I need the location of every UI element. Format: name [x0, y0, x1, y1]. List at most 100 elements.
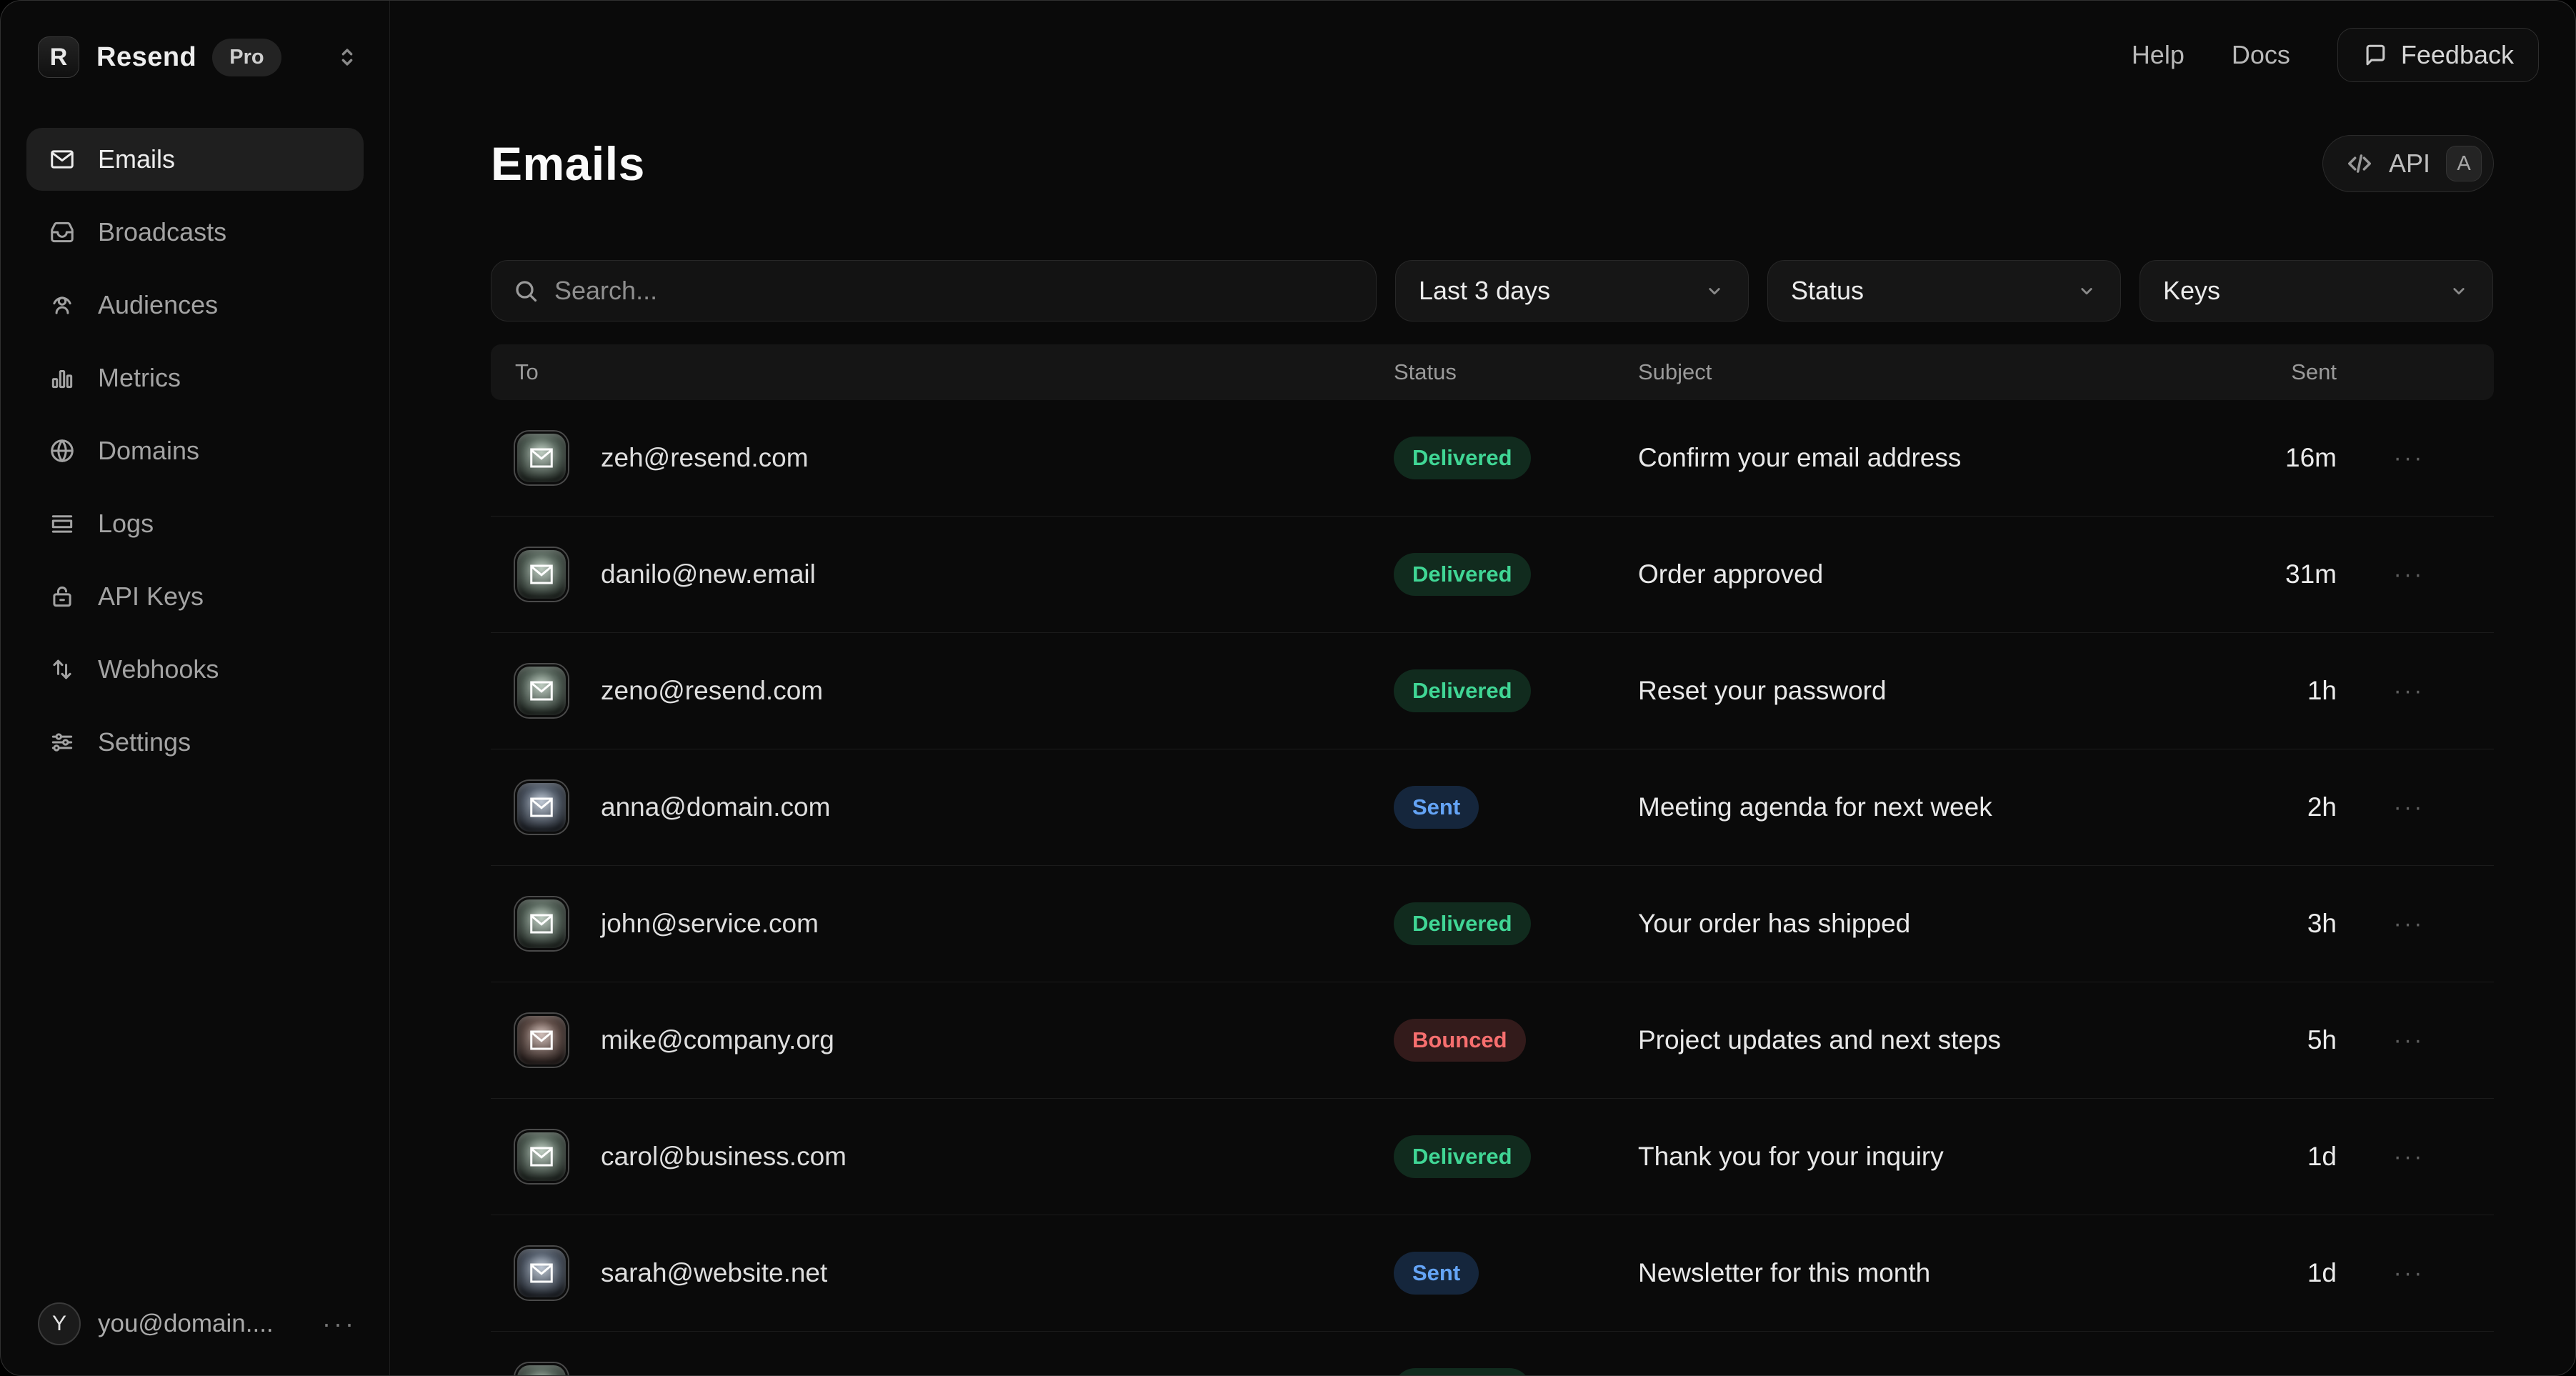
sidebar-item-api-keys[interactable]: API Keys [26, 565, 364, 628]
sidebar-nav: Emails Broadcasts Audiences Metrics Domains L… [26, 128, 364, 784]
row-subject: Order approved [1638, 559, 2284, 589]
chevron-down-icon [2076, 280, 2097, 301]
row-to: danilo@new.email [601, 559, 1394, 589]
plan-badge: Pro [212, 39, 281, 76]
table-row[interactable]: carol@business.comDelivered Thank you for… [491, 1099, 2494, 1215]
emails-table: To Status Subject Sent zeh@resend.comDel… [491, 344, 2494, 1376]
page-title: Emails [491, 136, 645, 191]
status-badge: Delivered [1394, 553, 1531, 596]
sidebar-item-label: Audiences [98, 290, 218, 320]
status-badge: Bounced [1394, 1019, 1526, 1062]
domains-icon [48, 437, 76, 465]
filters-row: Last 3 days Status Keys [491, 260, 2494, 321]
sidebar-item-label: Settings [98, 727, 191, 757]
api-keys-icon [48, 582, 76, 611]
table-header: To Status Subject Sent [491, 344, 2494, 400]
email-keycap-icon [515, 1130, 568, 1183]
metrics-icon [48, 364, 76, 392]
status-badge: Delivered [1394, 437, 1531, 479]
table-row[interactable]: danilo@new.emailDelivered Order approved3… [491, 517, 2494, 633]
broadcasts-icon [48, 218, 76, 246]
column-header-sent: Sent [2291, 359, 2348, 385]
sidebar-item-logs[interactable]: Logs [26, 492, 364, 555]
row-sent: 3h [2284, 909, 2348, 939]
chevron-up-down-icon[interactable] [335, 45, 359, 69]
email-keycap-icon [515, 1363, 568, 1376]
filter-label: Keys [2163, 276, 2220, 306]
sidebar-item-metrics[interactable]: Metrics [26, 347, 364, 409]
filter-dropdown-keys[interactable]: Keys [2140, 260, 2493, 321]
status-badge: Delivered [1394, 1135, 1531, 1178]
filter-dropdown-status[interactable]: Status [1767, 260, 2121, 321]
row-sent: 31m [2284, 559, 2348, 589]
table-row[interactable]: Delivered··· [491, 1332, 2494, 1376]
api-button[interactable]: API A [2322, 135, 2494, 192]
status-badge: Delivered [1394, 1368, 1531, 1376]
column-header-status: Status [1394, 359, 1638, 385]
row-actions-ellipsis-icon[interactable]: ··· [2348, 561, 2470, 589]
user-account-row[interactable]: Y you@domain.... ··· [26, 1302, 364, 1350]
row-actions-ellipsis-icon[interactable]: ··· [2348, 1143, 2470, 1171]
sidebar-item-domains[interactable]: Domains [26, 419, 364, 482]
brand-name: Resend [96, 42, 196, 73]
table-row[interactable]: zeno@resend.comDeliveredReset your passw… [491, 633, 2494, 749]
row-actions-ellipsis-icon[interactable]: ··· [2348, 794, 2470, 822]
sidebar-item-emails[interactable]: Emails [26, 128, 364, 191]
status-badge: Sent [1394, 786, 1479, 829]
sidebar-item-label: Logs [98, 509, 154, 539]
row-subject: Reset your password [1638, 676, 2284, 706]
sidebar-item-label: Domains [98, 436, 199, 466]
resend-logo-icon: R [38, 36, 79, 78]
search-icon [513, 278, 539, 304]
sidebar-item-webhooks[interactable]: Webhooks [26, 638, 364, 701]
table-row[interactable]: zeh@resend.comDeliveredConfirm your emai… [491, 400, 2494, 517]
row-subject: Meeting agenda for next week [1638, 792, 2284, 822]
user-menu-ellipsis-icon[interactable]: ··· [322, 1309, 356, 1339]
row-to: carol@business.com [601, 1142, 1394, 1172]
row-sent: 5h [2284, 1025, 2348, 1055]
row-actions-ellipsis-icon[interactable]: ··· [2348, 1260, 2470, 1287]
status-badge: Sent [1394, 1252, 1479, 1295]
chevron-down-icon [2448, 280, 2470, 301]
email-keycap-icon [515, 548, 568, 601]
feedback-button[interactable]: Feedback [2337, 28, 2539, 82]
row-actions-ellipsis-icon[interactable]: ··· [2348, 910, 2470, 938]
sidebar-item-label: Webhooks [98, 654, 219, 684]
table-row[interactable]: john@service.comDeliveredYour order has … [491, 866, 2494, 982]
row-sent: 16m [2284, 443, 2348, 473]
row-sent: 1d [2284, 1142, 2348, 1172]
sidebar-item-label: API Keys [98, 582, 204, 612]
help-link[interactable]: Help [2132, 40, 2185, 70]
row-actions-ellipsis-icon[interactable]: ··· [2348, 1027, 2470, 1055]
emails-icon [48, 145, 76, 174]
email-keycap-icon [515, 781, 568, 834]
table-row[interactable]: sarah@website.netSentNewsletter for this… [491, 1215, 2494, 1332]
sidebar-item-label: Broadcasts [98, 217, 226, 247]
row-to: mike@company.org [601, 1025, 1394, 1055]
user-email: you@domain.... [98, 1310, 274, 1338]
column-header-to: To [515, 359, 1394, 385]
table-row[interactable]: anna@domain.comSentMeeting agenda for ne… [491, 749, 2494, 866]
sidebar-item-audiences[interactable]: Audiences [26, 274, 364, 336]
docs-link[interactable]: Docs [2232, 40, 2290, 70]
row-subject: Project updates and next steps [1638, 1025, 2284, 1055]
row-subject: Thank you for your inquiry [1638, 1142, 2284, 1172]
row-actions-ellipsis-icon[interactable]: ··· [2348, 444, 2470, 472]
row-actions-ellipsis-icon[interactable]: ··· [2348, 677, 2470, 705]
workspace-switcher[interactable]: R Resend Pro [26, 32, 364, 82]
table-row[interactable]: mike@company.orgBounced Project updates a… [491, 982, 2494, 1099]
sidebar-item-settings[interactable]: Settings [26, 711, 364, 774]
filter-dropdown-last-3-days[interactable]: Last 3 days [1395, 260, 1749, 321]
email-keycap-icon [515, 897, 568, 950]
search-input[interactable] [554, 276, 1354, 306]
logs-icon [48, 509, 76, 538]
audiences-icon [48, 291, 76, 319]
row-sent: 1h [2284, 676, 2348, 706]
row-sent: 2h [2284, 792, 2348, 822]
column-header-subject: Subject [1638, 359, 2291, 385]
sidebar-item-broadcasts[interactable]: Broadcasts [26, 201, 364, 264]
row-to: zeno@resend.com [601, 676, 1394, 706]
settings-icon [48, 728, 76, 757]
row-subject: Your order has shipped [1638, 909, 2284, 939]
row-to: sarah@website.net [601, 1258, 1394, 1288]
